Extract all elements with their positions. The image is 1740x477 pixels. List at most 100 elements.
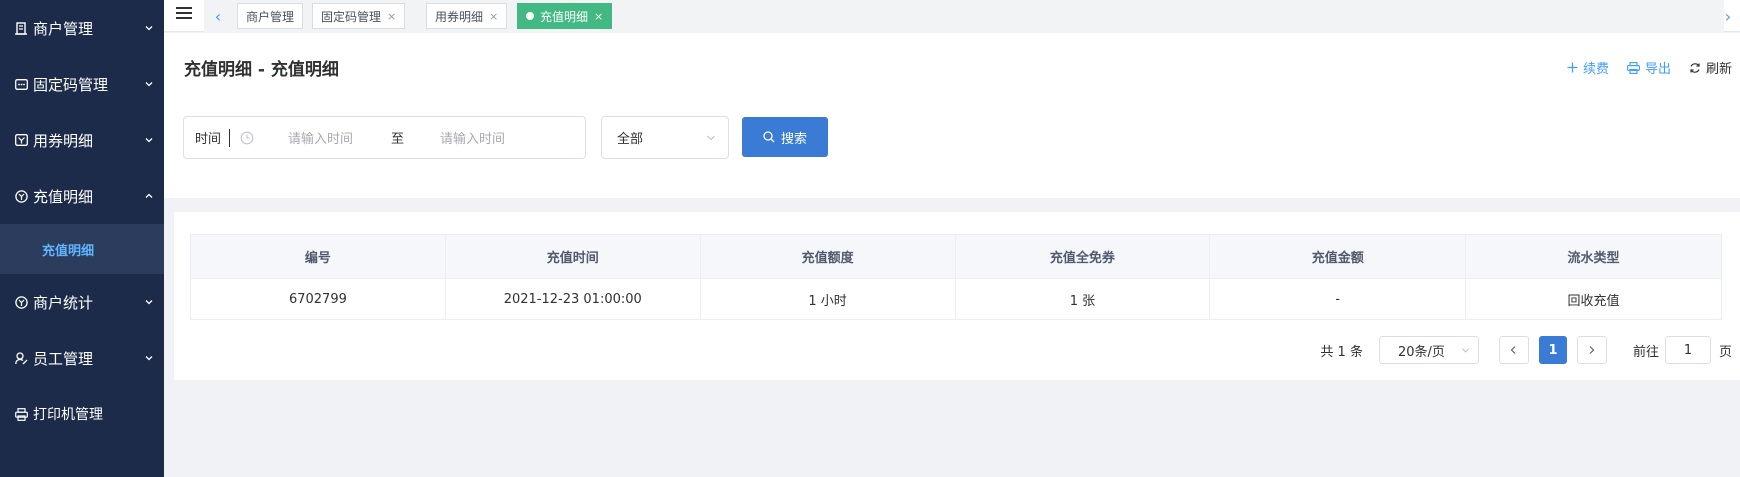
sidebar-subitem-recharge-detail[interactable]: 充值明细 (0, 224, 164, 274)
tab-fixed-code[interactable]: 固定码管理 × (312, 3, 406, 29)
table-cell: 1 张 (954, 278, 1211, 320)
tab-recharge[interactable]: 充值明细 × (517, 3, 613, 29)
tab-coupon[interactable]: 用券明细 × (426, 3, 508, 29)
search-label: 搜索 (780, 131, 807, 147)
start-date-input[interactable]: 请输入时间 (288, 128, 353, 147)
page-number-button[interactable]: 1 (1538, 336, 1567, 364)
chevron-left-icon (1511, 346, 1516, 354)
next-page-button[interactable] (1576, 336, 1607, 364)
table-cell: 1 小时 (699, 278, 956, 320)
refresh-icon (1690, 62, 1700, 73)
recharge-icon (14, 189, 28, 203)
menu-toggle-icon[interactable] (176, 6, 192, 20)
sidebar-item-label: 充值明细 (33, 187, 94, 206)
recharge-table: 编号 充值时间 充值额度 充值全免券 充值金额 流水类型 6702799 202… (190, 234, 1722, 320)
table-cell: - (1209, 278, 1467, 320)
renew-label: 续费 (1582, 62, 1609, 77)
chevron-down-icon (145, 300, 153, 305)
active-dot-icon (526, 12, 534, 20)
column-header: 流水类型 (1465, 234, 1722, 279)
column-header: 充值全免券 (954, 234, 1211, 279)
search-icon (763, 131, 775, 143)
tab-label: 商户管理 (246, 9, 295, 24)
type-select[interactable]: 全部 (601, 116, 729, 159)
refresh-label: 刷新 (1705, 62, 1732, 77)
sidebar-item-label: 打印机管理 (33, 407, 103, 423)
column-header: 充值金额 (1209, 234, 1467, 279)
column-header: 编号 (190, 234, 446, 279)
tab-label: 固定码管理 (321, 9, 382, 24)
sidebar-item-fixed-code[interactable]: 固定码管理 (0, 56, 164, 112)
refresh-button[interactable]: 刷新 (1689, 58, 1732, 77)
page-size-select[interactable]: 20条/页 (1378, 336, 1479, 364)
column-header: 充值时间 (444, 234, 701, 279)
printer-icon (14, 407, 28, 421)
tab-label: 用券明细 (435, 9, 484, 24)
table-cell: 2021-12-23 01:00:00 (444, 278, 701, 320)
sidebar-item-label: 员工管理 (33, 349, 94, 368)
export-button[interactable]: 导出 (1627, 58, 1671, 77)
sidebar-item-label: 用券明细 (33, 131, 94, 150)
sidebar-item-printer[interactable]: 打印机管理 (0, 386, 164, 442)
date-range-picker[interactable]: 时间 请输入时间 至 请输入时间 (183, 116, 586, 159)
pagination: 共 1 条 20条/页 1 前往 页 (1320, 335, 1740, 365)
sidebar-item-coupon[interactable]: 用券明细 (0, 112, 164, 168)
table-cell: 6702799 (190, 278, 446, 320)
page-title: 充值明细 - 充值明细 (184, 60, 339, 80)
search-button[interactable]: 搜索 (742, 117, 828, 157)
ticket-icon (14, 133, 28, 147)
stats-icon (14, 295, 28, 309)
goto-page-input[interactable] (1664, 336, 1711, 364)
pagination-total: 共 1 条 (1320, 344, 1363, 360)
tab-bar: ‹ 商户管理 固定码管理 × 用券明细 × 充值明细 × › (164, 0, 1740, 32)
sidebar-item-label: 固定码管理 (33, 75, 109, 94)
prev-page-button[interactable] (1498, 336, 1529, 364)
tab-label: 充值明细 (540, 9, 589, 24)
chevron-down-icon (145, 26, 153, 31)
header-actions: 续费 导出 刷新 (1567, 58, 1732, 77)
close-icon[interactable]: × (594, 10, 603, 23)
user-icon (14, 351, 28, 365)
chevron-down-icon (145, 82, 153, 87)
table-row: 6702799 2021-12-23 01:00:00 1 小时 1 张 - 回… (190, 278, 1722, 320)
chevron-right-icon (1590, 346, 1595, 354)
close-icon[interactable]: × (489, 10, 498, 23)
filter-panel: 充值明细 - 充值明细 续费 导出 刷新 时间 请输入时间 至 请输入时间 全部… (164, 33, 1740, 198)
end-date-input[interactable]: 请输入时间 (440, 128, 505, 147)
column-header: 充值额度 (699, 234, 956, 279)
text-cursor (229, 128, 231, 147)
chevron-down-icon (145, 356, 153, 361)
code-icon (14, 77, 28, 91)
chevron-down-icon (1461, 348, 1470, 353)
chevron-down-icon (145, 138, 153, 143)
chevron-down-icon (707, 135, 715, 141)
chevron-up-icon (145, 193, 153, 198)
tab-merchant[interactable]: 商户管理 (237, 3, 304, 29)
sidebar-item-recharge[interactable]: 充值明细 (0, 168, 164, 224)
type-select-value: 全部 (617, 132, 644, 147)
plus-icon (1567, 62, 1578, 73)
renew-button[interactable]: 续费 (1567, 58, 1609, 77)
date-label: 时间 (195, 132, 222, 147)
export-label: 导出 (1644, 62, 1671, 77)
tabs-scroll-area: ‹ 商户管理 固定码管理 × 用券明细 × 充值明细 × (204, 0, 1724, 32)
sidebar: 商户管理 固定码管理 用券明细 充值明细 充值明细 商户统计 员工管理 打印机管… (0, 0, 164, 477)
sidebar-item-merchant-stats[interactable]: 商户统计 (0, 274, 164, 330)
tabs-scroll-left-icon[interactable]: ‹ (204, 0, 232, 32)
sidebar-item-label: 商户管理 (33, 19, 94, 38)
goto-label: 前往 (1632, 344, 1659, 360)
date-range-separator: 至 (391, 132, 405, 147)
sidebar-subitem-label: 充值明细 (42, 243, 95, 259)
clock-icon (240, 131, 254, 144)
close-icon[interactable]: × (387, 10, 396, 23)
sidebar-item-merchant[interactable]: 商户管理 (0, 0, 164, 56)
table-panel: 编号 充值时间 充值额度 充值全免券 充值金额 流水类型 6702799 202… (174, 212, 1740, 380)
sidebar-item-label: 商户统计 (33, 293, 94, 312)
table-header-row: 编号 充值时间 充值额度 充值全免券 充值金额 流水类型 (190, 234, 1722, 279)
tabs-scroll-right-icon[interactable]: › (1714, 0, 1740, 32)
printer-icon (1627, 61, 1640, 74)
page-size-value: 20条/页 (1397, 344, 1445, 360)
sidebar-item-staff[interactable]: 员工管理 (0, 330, 164, 386)
table-cell: 回收充值 (1465, 278, 1722, 320)
page-unit-label: 页 (1718, 344, 1732, 360)
